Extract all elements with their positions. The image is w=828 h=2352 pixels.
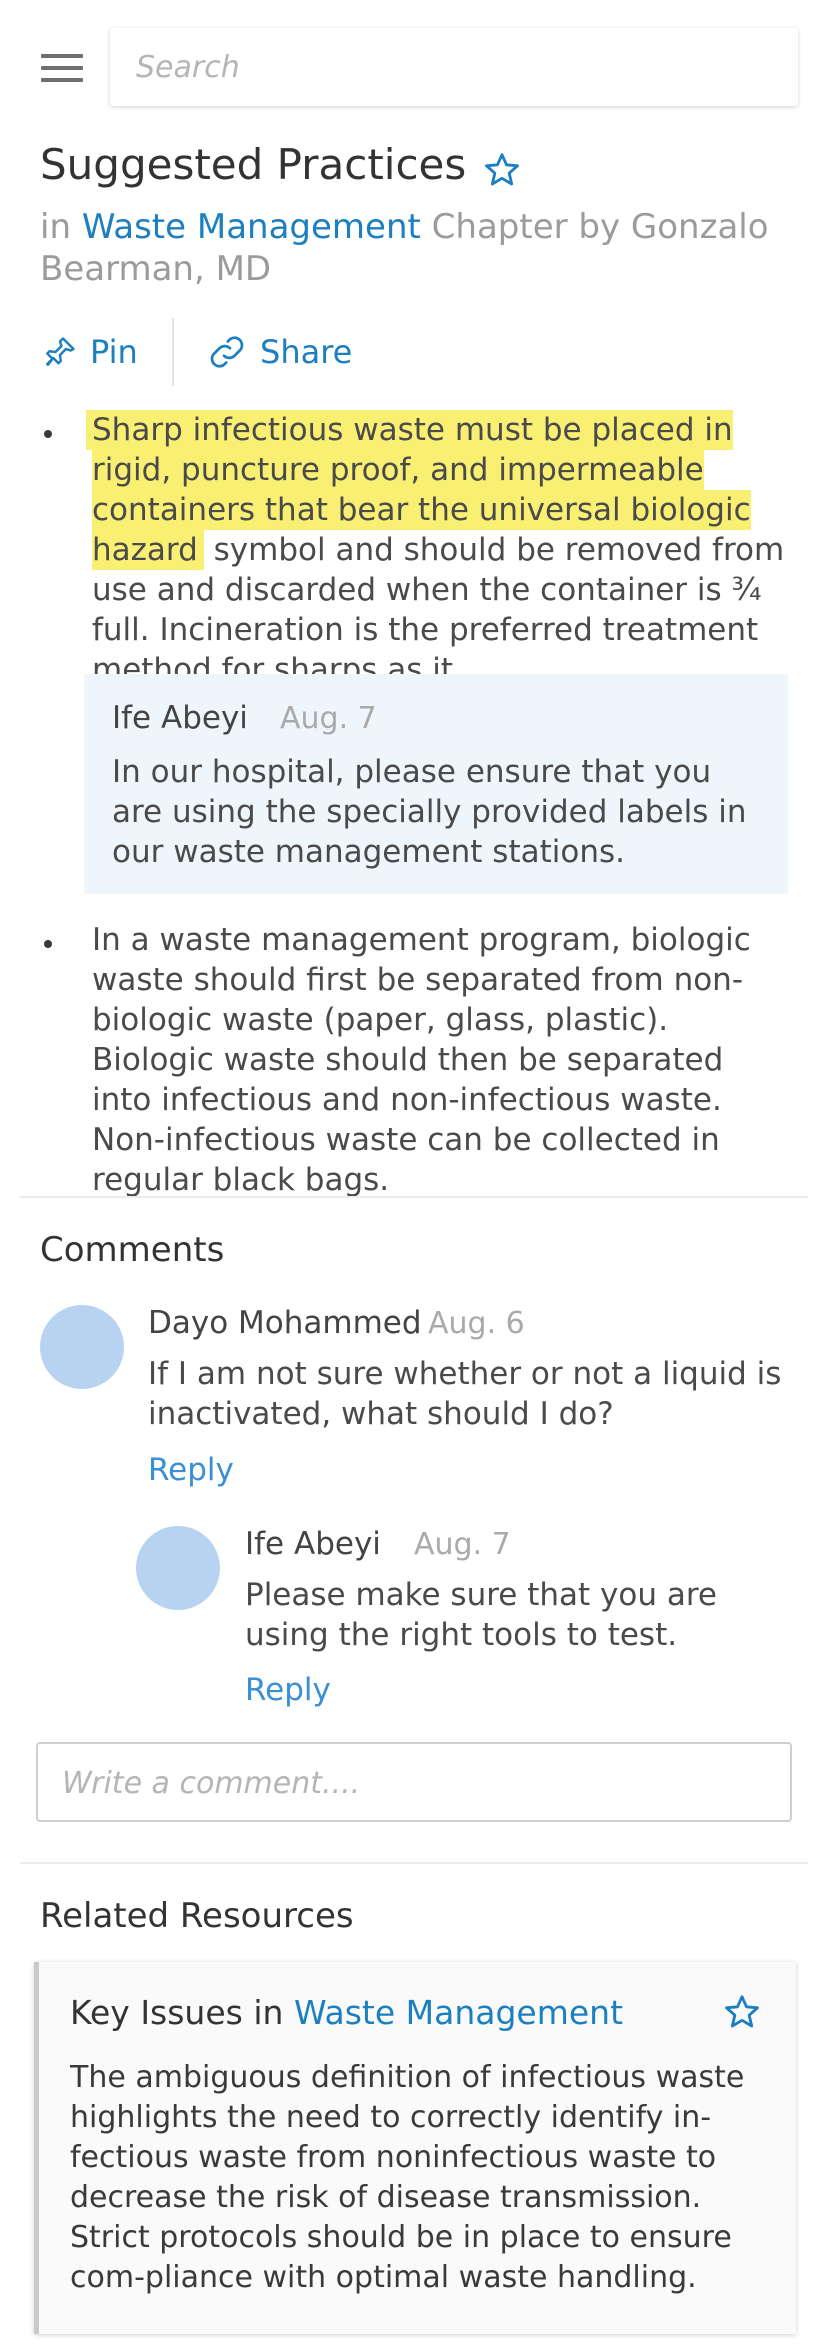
avatar[interactable] (40, 1305, 124, 1389)
note-date: Aug. 7 (280, 701, 377, 736)
comment-date: Aug. 6 (428, 1306, 525, 1341)
resource-card-text: The ambiguous definition of infectious w… (70, 2060, 745, 2295)
related-title: Related Resources (40, 1896, 354, 1936)
section-divider (20, 1862, 808, 1864)
link-icon (210, 336, 244, 368)
bullet-marker (44, 430, 52, 438)
menu-icon[interactable] (41, 54, 83, 82)
comment-text: If I am not sure whether or not a liquid… (148, 1356, 782, 1432)
comment-author: Dayo Mohammed (148, 1305, 422, 1341)
star-outline-icon[interactable] (722, 1992, 762, 2032)
action-divider (172, 318, 174, 386)
share-label: Share (260, 333, 353, 371)
comments-title: Comments (40, 1230, 225, 1270)
note-text: In our hospital, please ensure that you … (112, 754, 747, 870)
in-prefix: in (40, 207, 71, 247)
comment-author: Ife Abeyi (245, 1526, 381, 1562)
chapter-link[interactable]: Waste Management (82, 207, 421, 247)
bullet-marker (44, 940, 52, 948)
pin-label: Pin (90, 333, 138, 371)
reply-button[interactable]: Reply (245, 1672, 331, 1708)
comment-field[interactable] (36, 1742, 792, 1822)
resource-chapter-link[interactable]: Waste Management (294, 1993, 623, 2032)
comment-date: Aug. 7 (414, 1527, 511, 1562)
share-button[interactable]: Share (206, 332, 352, 372)
comment-text: Please make sure that you are using the … (245, 1577, 717, 1653)
page-title: Suggested Practices (40, 140, 466, 189)
reply-button[interactable]: Reply (148, 1452, 234, 1488)
search-input[interactable] (134, 28, 778, 106)
avatar[interactable] (136, 1526, 220, 1610)
bullet-item: In a waste management program, biologic … (92, 920, 792, 1200)
search-bar[interactable] (110, 28, 798, 106)
section-divider (20, 1196, 808, 1198)
chapter-info: in Waste Management Chapter by Gonzalo B… (40, 206, 780, 290)
resource-title: Key Issues (70, 1993, 243, 2032)
pin-icon (46, 337, 75, 366)
pin-button[interactable]: Pin (42, 332, 138, 372)
note-author: Ife Abeyi (112, 700, 248, 736)
star-outline-icon[interactable] (482, 150, 522, 190)
page-title-text: Suggested Practices (40, 140, 467, 189)
resource-card-title: Key Issues in Waste Management (70, 1993, 623, 2032)
resource-in-prefix: in (253, 1993, 284, 2032)
bullet-text: In a waste management program, biologic … (92, 922, 751, 1198)
comment-input[interactable] (60, 1744, 764, 1822)
bullet-item: Sharp infectious waste must be placed in… (86, 410, 792, 690)
